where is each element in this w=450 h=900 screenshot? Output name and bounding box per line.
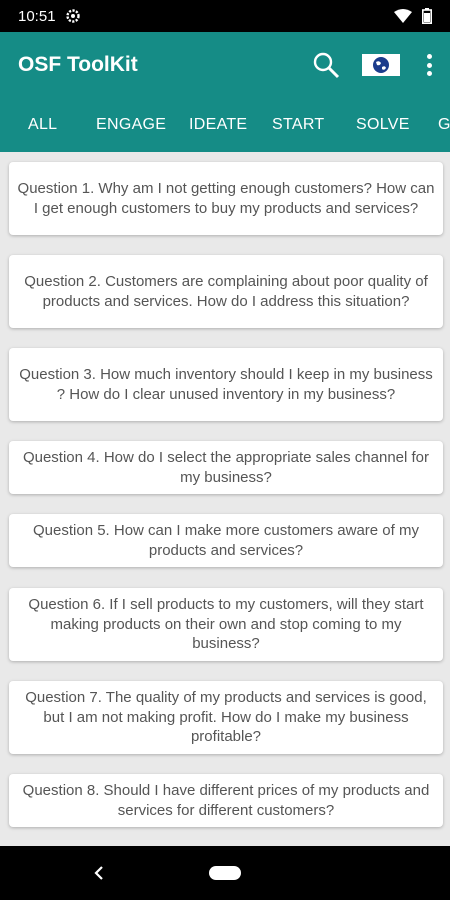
globe-icon: [373, 57, 389, 73]
tab-bar: ALL ENGAGE IDEATE START SOLVE G: [0, 98, 450, 152]
question-card-4[interactable]: Question 4. How do I select the appropri…: [9, 441, 443, 494]
tab-ideate[interactable]: IDEATE: [189, 98, 247, 152]
home-icon[interactable]: [209, 866, 241, 880]
settings-icon: [65, 9, 80, 23]
status-time: 10:51: [18, 7, 56, 25]
question-card-8[interactable]: Question 8. Should I have different pric…: [9, 774, 443, 827]
language-icon[interactable]: [362, 54, 400, 76]
wifi-icon: [394, 9, 412, 23]
question-card-1[interactable]: Question 1. Why am I not getting enough …: [9, 162, 443, 235]
question-list: Question 1. Why am I not getting enough …: [0, 152, 450, 846]
app-actions: [312, 51, 432, 79]
system-nav-bar: [0, 846, 450, 900]
app-title: OSF ToolKit: [18, 53, 138, 76]
more-vert-icon[interactable]: [426, 54, 432, 76]
question-card-2[interactable]: Question 2. Customers are complaining ab…: [9, 255, 443, 328]
tab-start[interactable]: START: [272, 98, 324, 152]
tab-solve[interactable]: SOLVE: [356, 98, 410, 152]
question-card-7[interactable]: Question 7. The quality of my products a…: [9, 681, 443, 754]
app-bar: OSF ToolKit: [0, 32, 450, 98]
question-card-5[interactable]: Question 5. How can I make more customer…: [9, 514, 443, 567]
search-icon[interactable]: [312, 51, 340, 79]
tab-all[interactable]: ALL: [28, 98, 57, 152]
question-card-6[interactable]: Question 6. If I sell products to my cus…: [9, 588, 443, 661]
tab-g[interactable]: G: [438, 98, 450, 152]
back-icon[interactable]: [92, 864, 106, 882]
tab-engage[interactable]: ENGAGE: [96, 98, 166, 152]
status-bar: 10:51: [0, 0, 450, 32]
question-card-3[interactable]: Question 3. How much inventory should I …: [9, 348, 443, 421]
battery-icon: [422, 8, 432, 24]
